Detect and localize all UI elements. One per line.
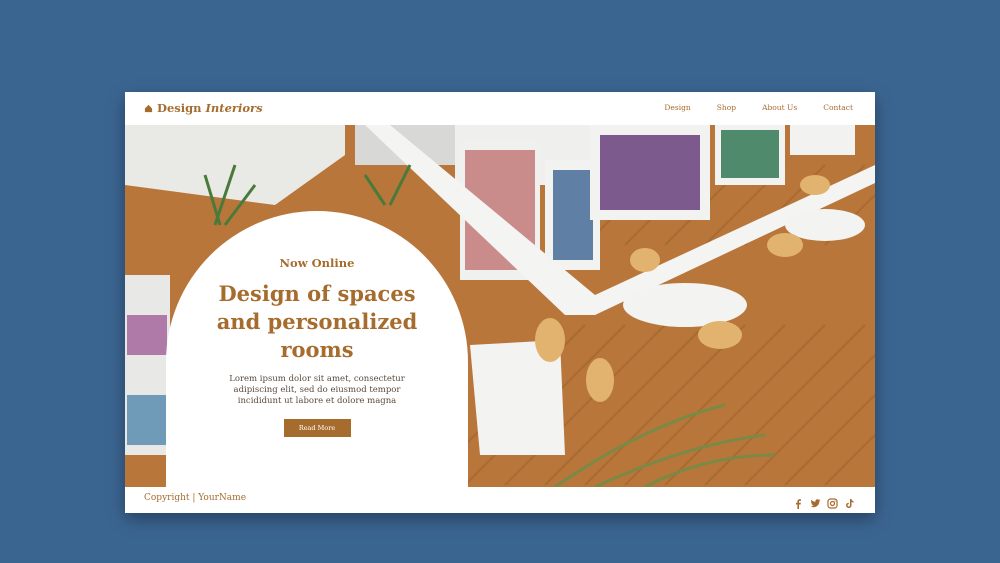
facebook-icon[interactable] (793, 494, 804, 509)
main-nav: Design Shop About Us Contact (638, 103, 853, 112)
hero-image: Now Online Design of spaces and personal… (125, 125, 875, 487)
home-icon (144, 104, 153, 112)
logo[interactable]: Design Interiors (144, 101, 263, 115)
nav-item-shop[interactable]: Shop (717, 103, 736, 112)
hero-body-text: Lorem ipsum dolor sit amet, consectetur … (229, 374, 405, 406)
nav-item-about-us[interactable]: About Us (762, 103, 797, 112)
hero-headline: Design of spaces and personalized rooms (216, 281, 418, 362)
hero-eyebrow: Now Online (279, 256, 355, 270)
twitter-icon[interactable] (810, 494, 821, 508)
social-links (793, 494, 855, 509)
header: Design Interiors Design Shop About Us Co… (125, 92, 875, 125)
nav-item-contact[interactable]: Contact (823, 103, 853, 112)
logo-text-italic: Interiors (205, 101, 263, 115)
instagram-icon[interactable] (827, 494, 838, 509)
logo-text-plain: Design (157, 101, 202, 115)
hero-content: Now Online Design of spaces and personal… (166, 256, 468, 437)
nav-item-design[interactable]: Design (664, 103, 690, 112)
copyright-text: Copyright | YourName (144, 493, 247, 503)
landing-card: Design Interiors Design Shop About Us Co… (125, 92, 875, 513)
footer: Copyright | YourName (125, 487, 875, 513)
read-more-button[interactable]: Read More (283, 419, 351, 437)
tiktok-icon[interactable] (844, 494, 855, 508)
